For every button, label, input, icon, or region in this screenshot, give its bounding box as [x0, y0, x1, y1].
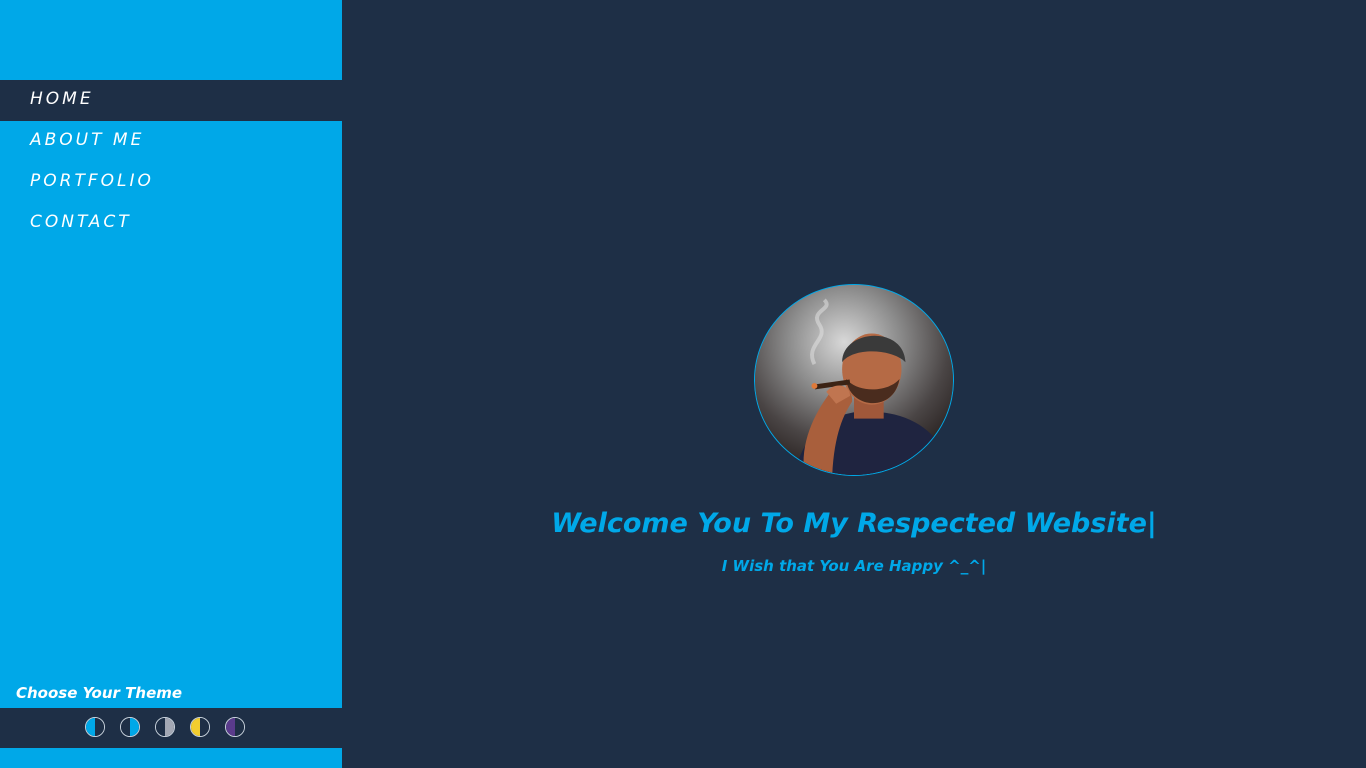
sidebar: HOME ABOUT ME PORTFOLIO CONTACT Choose Y… [0, 0, 342, 768]
welcome-subtitle: I Wish that You Are Happy ^_^| [721, 557, 987, 575]
theme-swatch-yellow-navy[interactable] [190, 717, 210, 737]
nav-item-portfolio[interactable]: PORTFOLIO [0, 162, 342, 203]
swatch-left-half [156, 718, 165, 736]
swatch-right-half [235, 718, 244, 736]
sidebar-nav: HOME ABOUT ME PORTFOLIO CONTACT [0, 80, 342, 244]
swatch-left-half [191, 718, 200, 736]
swatch-left-half [121, 718, 130, 736]
main-content: Welcome You To My Respected Website| I W… [342, 0, 1366, 768]
nav-item-about-me[interactable]: ABOUT ME [0, 121, 342, 162]
theme-swatches [85, 717, 245, 737]
swatch-right-half [95, 718, 104, 736]
theme-chooser-label: Choose Your Theme [16, 684, 183, 702]
theme-swatch-navy-blue[interactable] [120, 717, 140, 737]
swatch-right-half [165, 718, 174, 736]
theme-chooser-bar [0, 708, 342, 748]
theme-swatch-blue-navy[interactable] [85, 717, 105, 737]
theme-swatch-purple-navy[interactable] [225, 717, 245, 737]
swatch-left-half [226, 718, 235, 736]
theme-swatch-navy-gray[interactable] [155, 717, 175, 737]
swatch-right-half [200, 718, 209, 736]
nav-item-contact[interactable]: CONTACT [0, 203, 342, 244]
portrait-illustration [755, 285, 953, 475]
avatar [754, 284, 954, 476]
page: HOME ABOUT ME PORTFOLIO CONTACT Choose Y… [0, 0, 1366, 768]
swatch-left-half [86, 718, 95, 736]
nav-item-home[interactable]: HOME [0, 80, 342, 121]
swatch-right-half [130, 718, 139, 736]
welcome-heading: Welcome You To My Respected Website| [551, 508, 1157, 539]
